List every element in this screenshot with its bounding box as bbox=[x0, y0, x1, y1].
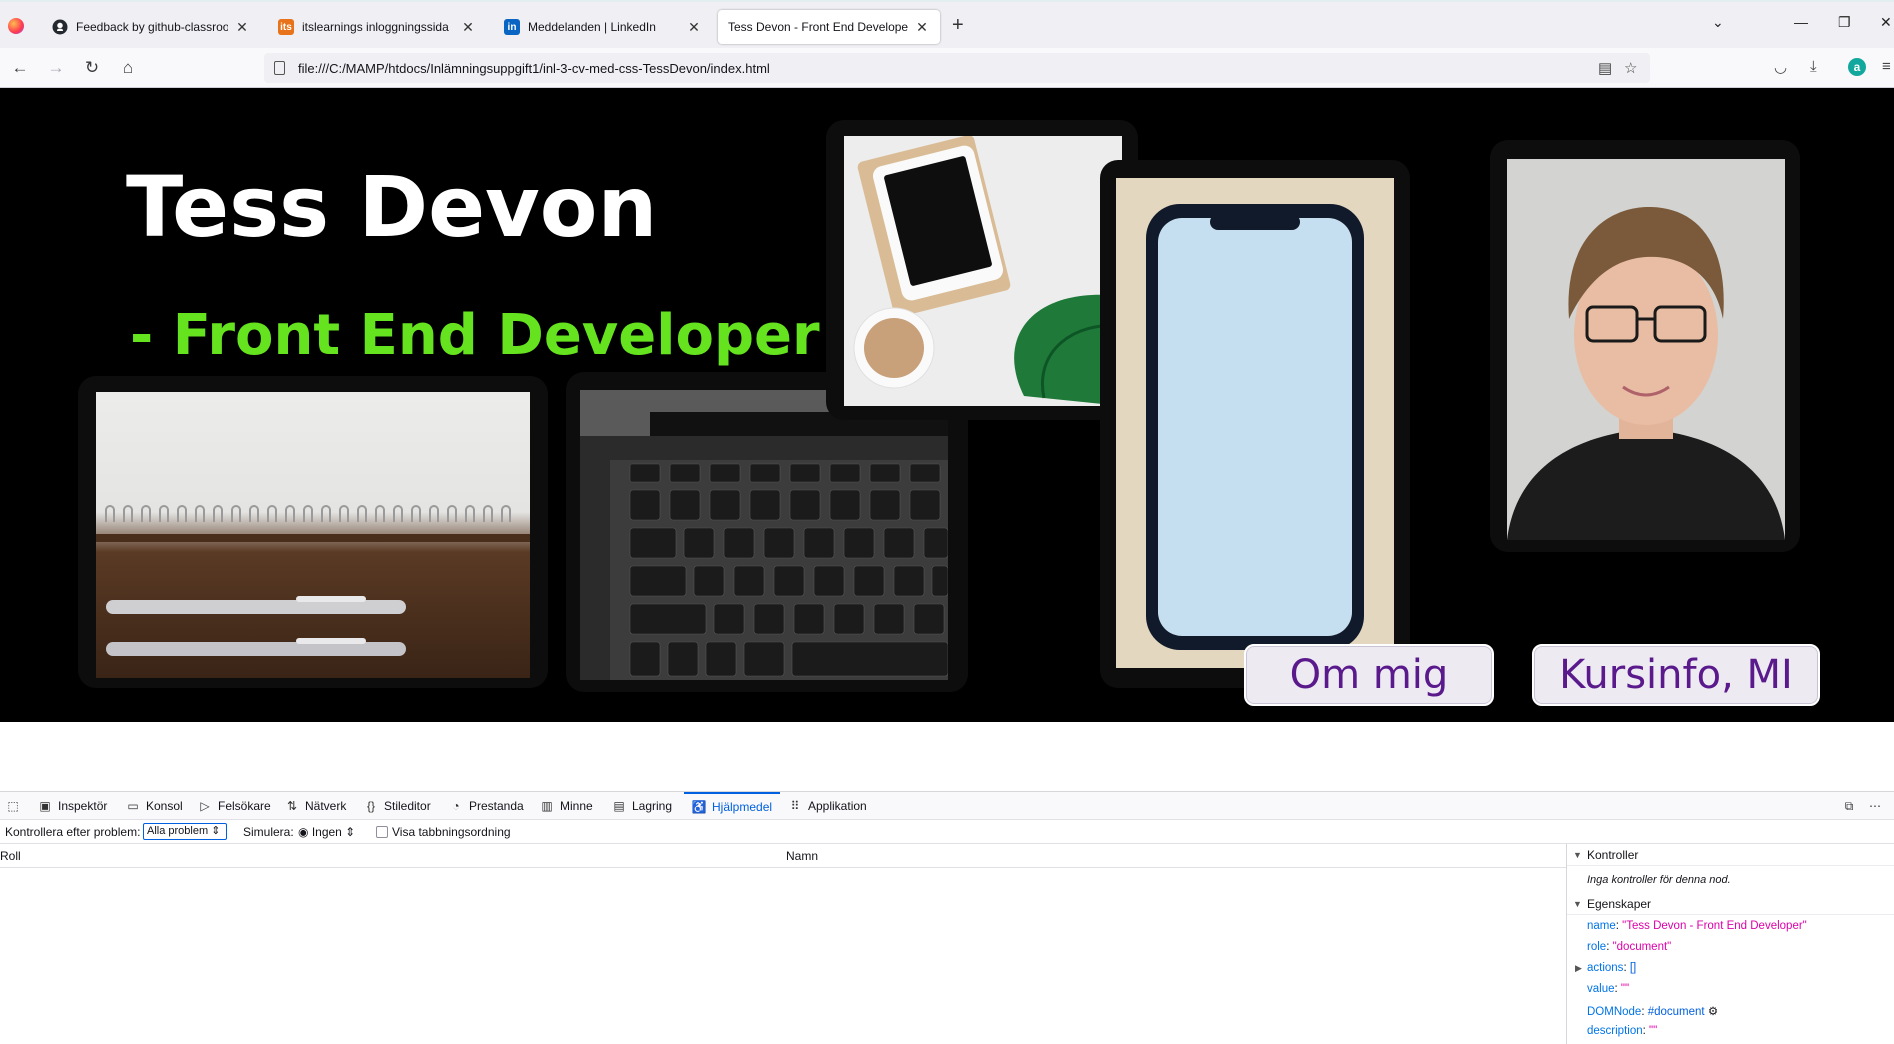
kursinfo-button[interactable]: Kursinfo, MI bbox=[1532, 644, 1820, 706]
restore-icon[interactable]: ❐ bbox=[1838, 14, 1851, 31]
tab-github[interactable]: Feedback by github-classroom[ ✕ bbox=[42, 10, 260, 44]
accessibility-icon: ♿ bbox=[691, 800, 707, 814]
tab-felsokare[interactable]: ▷ Felsökare bbox=[198, 792, 270, 820]
column-roll: Roll bbox=[0, 849, 21, 863]
expand-icon: ▼ bbox=[1573, 899, 1582, 909]
tablet-coffee-photo bbox=[844, 136, 1122, 406]
github-icon bbox=[52, 19, 68, 35]
more-options-icon[interactable]: ⋯ bbox=[1868, 792, 1888, 820]
tab-inspektor[interactable]: ▣ Inspektör bbox=[38, 792, 107, 820]
simulate-label: Simulera: bbox=[243, 825, 294, 839]
list-all-tabs-icon[interactable]: ⌄ bbox=[1712, 14, 1724, 31]
tab-stileditor[interactable]: {} Stileditor bbox=[364, 792, 431, 820]
memory-icon: ▥ bbox=[541, 799, 553, 813]
prop-value: value: "" bbox=[1587, 983, 1630, 995]
downloads-icon[interactable]: ⤓ bbox=[1810, 58, 1817, 75]
simulate-select[interactable]: ◉ Ingen ⇕ bbox=[298, 825, 355, 839]
accessibility-tree-header: Roll Namn bbox=[0, 844, 1566, 868]
expand-icon[interactable]: ▶ bbox=[1575, 963, 1582, 974]
console-icon: ▭ bbox=[127, 799, 139, 813]
close-tab-icon[interactable]: ✕ bbox=[234, 19, 250, 36]
back-icon[interactable]: ← bbox=[8, 57, 32, 79]
prop-actions[interactable]: ▶ actions: [] bbox=[1575, 962, 1636, 974]
storage-icon: ▤ bbox=[613, 799, 625, 813]
checks-empty-text: Inga kontroller för denna nod. bbox=[1587, 874, 1731, 886]
tab-tess-devon[interactable]: Tess Devon - Front End Developer ✕ bbox=[718, 10, 940, 44]
menu-icon[interactable]: ≡ bbox=[1882, 58, 1891, 75]
check-problems-select[interactable]: Alla problem ⇕ bbox=[143, 823, 227, 840]
pick-element-icon[interactable]: ⬚ bbox=[6, 792, 26, 820]
browser-tab-strip: Feedback by github-classroom[ ✕ its itsl… bbox=[0, 0, 1894, 48]
home-icon[interactable]: ⌂ bbox=[116, 57, 140, 79]
tab-lagring[interactable]: ▤ Lagring bbox=[612, 792, 672, 820]
tab-title: Meddelanden | LinkedIn bbox=[528, 20, 656, 34]
linkedin-icon: in bbox=[504, 19, 520, 35]
tab-title: Feedback by github-classroom[ bbox=[76, 20, 228, 34]
tab-applikation[interactable]: ⠿ Applikation bbox=[788, 792, 867, 820]
tab-hjalpmedel[interactable]: ♿ Hjälpmedel bbox=[684, 792, 781, 820]
prop-description: description: "" bbox=[1587, 1025, 1658, 1037]
hero-name: Tess Devon bbox=[126, 158, 658, 256]
page-icon bbox=[274, 61, 285, 75]
close-tab-icon[interactable]: ✕ bbox=[686, 19, 702, 36]
tab-konsol[interactable]: ▭ Konsol bbox=[126, 792, 182, 820]
tab-prestanda[interactable]: ◔ Prestanda bbox=[449, 792, 523, 820]
inspect-node-icon[interactable]: ⚙ bbox=[1708, 1006, 1718, 1018]
accessibility-sidebar: ▼ Kontroller Inga kontroller för denna n… bbox=[1567, 844, 1894, 1044]
om-mig-button[interactable]: Om mig bbox=[1244, 644, 1494, 706]
tab-natverk[interactable]: ⇅ Nätverk bbox=[285, 792, 346, 820]
properties-section[interactable]: ▼ Egenskaper bbox=[1567, 893, 1894, 915]
column-namn: Namn bbox=[786, 849, 819, 863]
inspector-icon: ▣ bbox=[39, 799, 51, 813]
phone-photo bbox=[1116, 178, 1394, 668]
minimize-icon[interactable]: — bbox=[1794, 14, 1808, 30]
prop-name: name: "Tess Devon - Front End Developer" bbox=[1587, 920, 1807, 932]
keyboard-photo bbox=[580, 390, 948, 680]
performance-icon: ◔ bbox=[452, 799, 460, 813]
pocket-icon[interactable]: ◡ bbox=[1774, 58, 1787, 76]
prop-role: role: "document" bbox=[1587, 941, 1672, 953]
tab-title: Tess Devon - Front End Developer bbox=[728, 20, 908, 34]
account-icon[interactable]: a bbox=[1848, 58, 1866, 76]
debugger-icon: ▷ bbox=[200, 799, 210, 813]
checks-section[interactable]: ▼ Kontroller bbox=[1567, 844, 1894, 866]
accessibility-toolbar: Kontrollera efter problem: Alla problem … bbox=[0, 820, 1894, 844]
page-hero: Tess Devon - Front End Developer Om mig … bbox=[0, 88, 1894, 722]
hero-subtitle: - Front End Developer bbox=[130, 303, 820, 368]
tab-order-checkbox[interactable] bbox=[376, 826, 388, 838]
tab-linkedin[interactable]: in Meddelanden | LinkedIn ✕ bbox=[494, 10, 712, 44]
navigation-toolbar: ← → ↻ ⌂ file:///C:/MAMP/htdocs/Inlämning… bbox=[0, 48, 1894, 88]
check-label: Kontrollera efter problem: bbox=[5, 825, 141, 839]
notebook-pens-photo bbox=[96, 392, 530, 678]
expand-icon: ▼ bbox=[1573, 850, 1582, 860]
itslearning-icon: its bbox=[278, 19, 294, 35]
tab-order-label: Visa tabbningsordning bbox=[392, 825, 511, 839]
network-icon: ⇅ bbox=[286, 799, 298, 813]
prop-domnode: DOMNode: #document ⚙ bbox=[1587, 1006, 1719, 1018]
devtools-tabs: ⬚ ▣ Inspektör ▭ Konsol ▷ Felsökare ⇅ Nätverk… bbox=[0, 792, 1894, 820]
url-bar[interactable]: file:///C:/MAMP/htdocs/Inlämningsuppgift… bbox=[264, 53, 1650, 83]
bookmark-star-icon[interactable]: ☆ bbox=[1624, 59, 1637, 77]
tab-title: itslearnings inloggningssida bbox=[302, 20, 449, 34]
reload-icon[interactable]: ↻ bbox=[80, 57, 104, 79]
application-icon: ⠿ bbox=[790, 799, 800, 813]
forward-icon[interactable]: → bbox=[44, 57, 68, 79]
close-tab-icon[interactable]: ✕ bbox=[460, 19, 476, 36]
firefox-menu-icon[interactable] bbox=[8, 18, 24, 34]
tab-itslearning[interactable]: its itslearnings inloggningssida ✕ bbox=[268, 10, 486, 44]
url-text[interactable]: file:///C:/MAMP/htdocs/Inlämningsuppgift… bbox=[298, 61, 770, 76]
devtools-panel: ⬚ ▣ Inspektör ▭ Konsol ▷ Felsökare ⇅ Nätverk… bbox=[0, 791, 1894, 1044]
tab-minne[interactable]: ▥ Minne bbox=[540, 792, 592, 820]
new-tab-icon[interactable]: + bbox=[952, 14, 964, 37]
dock-options-icon[interactable]: ⧉ bbox=[1842, 792, 1862, 820]
close-tab-icon[interactable]: ✕ bbox=[914, 19, 930, 36]
close-window-icon[interactable]: ✕ bbox=[1880, 14, 1892, 31]
portrait-photo bbox=[1507, 159, 1785, 540]
style-editor-icon: {} bbox=[366, 799, 375, 813]
reader-view-icon[interactable]: ▤ bbox=[1598, 59, 1612, 77]
